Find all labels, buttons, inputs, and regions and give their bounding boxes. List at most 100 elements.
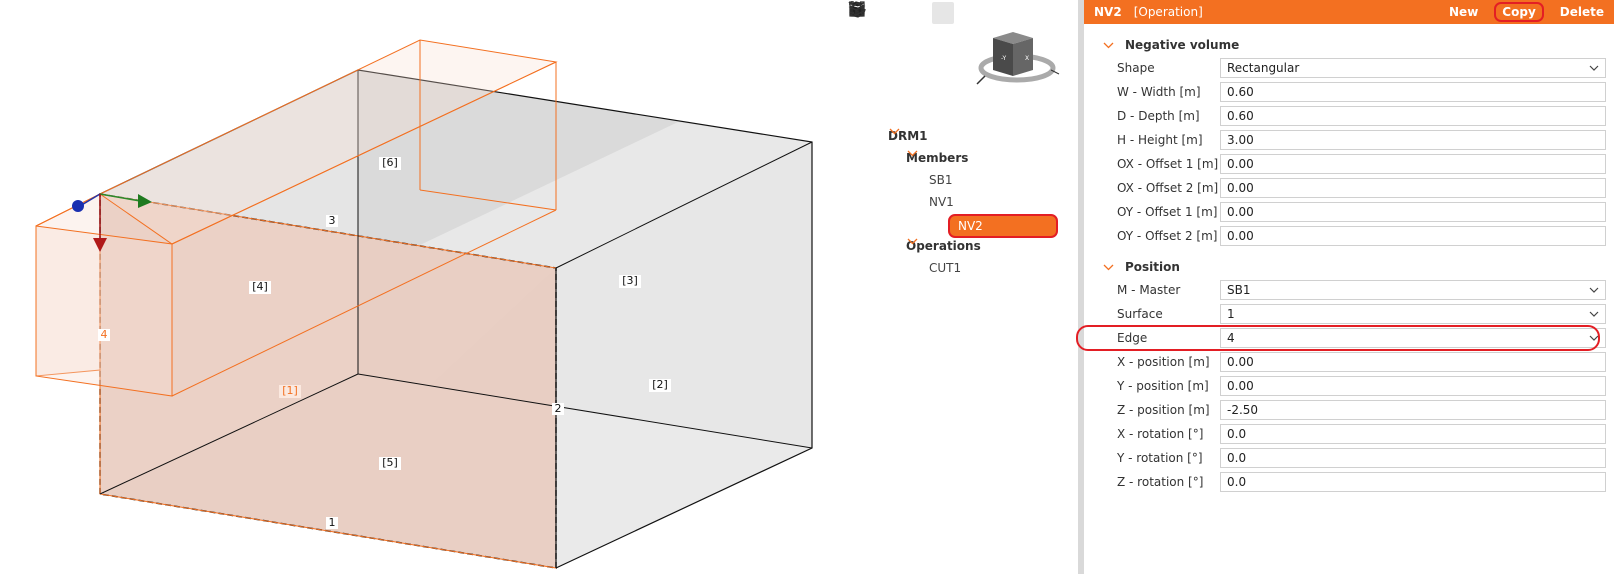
chevron-down-icon[interactable] <box>906 235 919 248</box>
chevron-down-icon[interactable] <box>1102 39 1115 52</box>
input-h-height-m[interactable]: 3.00 <box>1220 130 1606 150</box>
tree-item-cut1[interactable]: CUT1 <box>929 257 1072 279</box>
view-cube[interactable]: -Y X <box>975 30 1065 90</box>
field-label: Y - rotation [°] <box>1117 451 1203 465</box>
field-value: 0.00 <box>1227 229 1254 243</box>
properties-panel: NV2 [Operation] New Copy Delete Negative… <box>1076 0 1614 574</box>
edge-label[interactable]: 4 <box>98 328 110 341</box>
chevron-down-icon[interactable] <box>1102 261 1115 274</box>
field-row-x-rotation: X - rotation [°] 0.0 <box>1084 422 1614 446</box>
surface-label[interactable]: [5] <box>379 456 401 470</box>
field-value: 0.0 <box>1227 475 1247 489</box>
chevron-down-icon[interactable] <box>906 147 919 160</box>
field-label: Edge <box>1117 331 1148 345</box>
3d-viewport[interactable]: [6] [4] [3] [2] [1] [5] 3 4 2 1 -Y X DRM1 M… <box>0 0 1078 574</box>
input-z-position-m[interactable]: -2.50 <box>1220 400 1606 420</box>
surface-label[interactable]: [4] <box>249 280 271 294</box>
fullscreen-icon[interactable] <box>849 1 1058 24</box>
select-m-master[interactable]: SB1 <box>1220 280 1606 300</box>
field-row-z-position-m: Z - position [m] -2.50 <box>1084 398 1614 422</box>
field-label: Z - position [m] <box>1117 403 1210 417</box>
svg-text:2: 2 <box>555 402 562 415</box>
input-ox-offset-1-m[interactable]: 0.00 <box>1220 154 1606 174</box>
input-ox-offset-2-m[interactable]: 0.00 <box>1220 178 1606 198</box>
chevron-down-icon[interactable] <box>848 1 928 24</box>
field-row-h-height-m: H - Height [m] 3.00 <box>1084 128 1614 152</box>
svg-text:1: 1 <box>329 516 336 529</box>
field-row-x-position-m: X - position [m] 0.00 <box>1084 350 1614 374</box>
input-y-position-m[interactable]: 0.00 <box>1220 376 1606 396</box>
tree-item-nv2-selected[interactable]: NV2 <box>948 214 1058 238</box>
object-type: [Operation] <box>1133 5 1203 19</box>
field-label: Y - position [m] <box>1117 379 1209 393</box>
surface-label[interactable]: [3] <box>619 274 641 288</box>
chevron-down-icon[interactable] <box>1589 286 1599 294</box>
chevron-down-icon[interactable] <box>1589 64 1599 72</box>
select-surface[interactable]: 1 <box>1220 304 1606 324</box>
edge-label[interactable]: 1 <box>326 516 338 529</box>
field-value: 0.00 <box>1227 205 1254 219</box>
tree-item-sb1[interactable]: SB1 <box>929 169 1072 191</box>
svg-text:[1]: [1] <box>282 384 298 397</box>
field-value: 0.00 <box>1227 355 1254 369</box>
field-value: 0.60 <box>1227 109 1254 123</box>
field-value: SB1 <box>1227 283 1251 297</box>
wireframe-cube-icon[interactable] <box>849 1 954 24</box>
section-negative-volume[interactable]: Negative volume <box>1084 34 1614 56</box>
field-row-d-depth-m: D - Depth [m] 0.60 <box>1084 104 1614 128</box>
field-value: 1 <box>1227 307 1235 321</box>
chevron-down-icon[interactable] <box>888 125 901 138</box>
object-name: NV2 <box>1094 5 1122 19</box>
tree-root[interactable]: DRM1 <box>888 125 1072 147</box>
edge-label[interactable]: 2 <box>552 402 564 415</box>
edge-label[interactable]: 3 <box>326 214 338 227</box>
svg-text:[6]: [6] <box>382 156 398 169</box>
input-d-depth-m[interactable]: 0.60 <box>1220 106 1606 126</box>
tree-operations-group[interactable]: Operations <box>906 235 1072 257</box>
input-z-rotation[interactable]: 0.0 <box>1220 472 1606 492</box>
home-icon[interactable] <box>849 2 1032 24</box>
rotate-icon[interactable] <box>850 1 912 24</box>
field-value: 3.00 <box>1227 133 1254 147</box>
solid-cube-icon[interactable] <box>849 2 980 24</box>
svg-text:X: X <box>1025 55 1029 62</box>
field-value: 0.0 <box>1227 451 1247 465</box>
field-row-ox-offset-2-m: OX - Offset 2 [m] 0.00 <box>1084 176 1614 200</box>
field-row-surface: Surface 1 <box>1084 302 1614 326</box>
input-y-rotation[interactable]: 0.0 <box>1220 448 1606 468</box>
field-value: -2.50 <box>1227 403 1259 417</box>
field-row-w-width-m: W - Width [m] 0.60 <box>1084 80 1614 104</box>
svg-text:[4]: [4] <box>252 280 268 293</box>
select-shape[interactable]: Rectangular <box>1220 58 1606 78</box>
model-canvas[interactable]: [6] [4] [3] [2] [1] [5] 3 4 2 1 <box>0 0 1078 574</box>
field-value: 0.00 <box>1227 379 1254 393</box>
field-row-y-position-m: Y - position [m] 0.00 <box>1084 374 1614 398</box>
model-tree: DRM1 Members SB1 NV1 Operations CUT1 <box>888 125 1072 279</box>
surface-label[interactable]: [6] <box>379 156 401 170</box>
field-value: 0.00 <box>1227 181 1254 195</box>
section-position[interactable]: Position <box>1084 256 1614 278</box>
input-x-position-m[interactable]: 0.00 <box>1220 352 1606 372</box>
chevron-down-icon[interactable] <box>1589 334 1599 342</box>
copy-button[interactable]: Copy <box>1494 2 1544 22</box>
plane-cube-icon[interactable] <box>848 2 1006 24</box>
input-w-width-m[interactable]: 0.60 <box>1220 82 1606 102</box>
surface-label[interactable]: [2] <box>649 378 671 392</box>
panel-header: NV2 [Operation] New Copy Delete <box>1084 0 1614 24</box>
tree-item-nv1[interactable]: NV1 <box>929 191 1072 213</box>
field-label: X - position [m] <box>1117 355 1210 369</box>
svg-text:4: 4 <box>101 328 108 341</box>
tree-members-group[interactable]: Members <box>906 147 1072 169</box>
new-button[interactable]: New <box>1449 5 1478 19</box>
select-edge[interactable]: 4 <box>1220 328 1606 348</box>
input-x-rotation[interactable]: 0.0 <box>1220 424 1606 444</box>
chevron-down-icon[interactable] <box>1589 310 1599 318</box>
field-row-z-rotation: Z - rotation [°] 0.0 <box>1084 470 1614 494</box>
field-row-m-master: M - Master SB1 <box>1084 278 1614 302</box>
input-oy-offset-1-m[interactable]: 0.00 <box>1220 202 1606 222</box>
field-label: OY - Offset 2 [m] <box>1117 229 1218 243</box>
input-oy-offset-2-m[interactable]: 0.00 <box>1220 226 1606 246</box>
surface-label[interactable]: [1] <box>279 384 301 398</box>
chevron-down-icon[interactable] <box>848 1 886 24</box>
delete-button[interactable]: Delete <box>1560 5 1604 19</box>
